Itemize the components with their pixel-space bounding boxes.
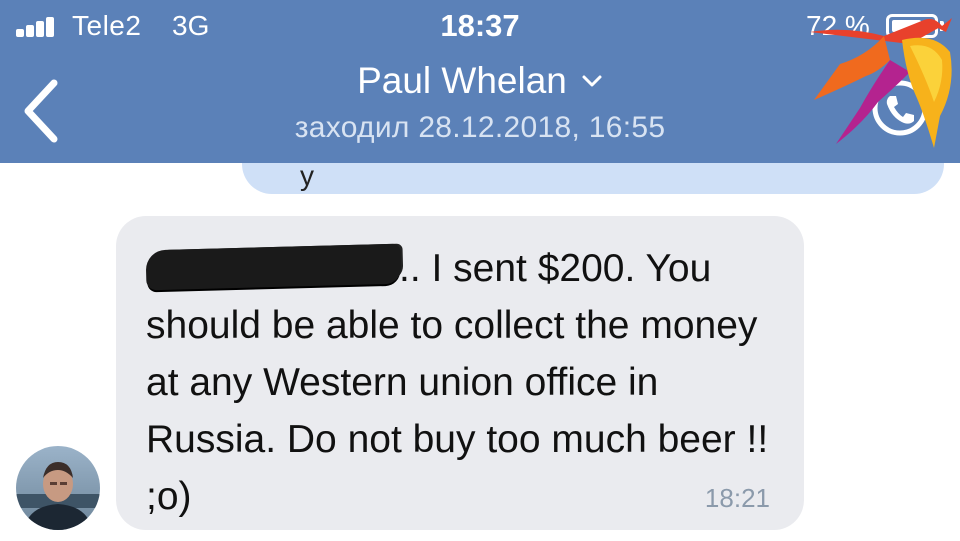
avatar-photo — [16, 446, 100, 530]
contact-name: Paul Whelan — [357, 60, 567, 101]
contact-name-button[interactable]: Paul Whelan — [357, 60, 603, 102]
incoming-message-bubble[interactable]: .. I sent $200. You should be able to co… — [116, 216, 804, 530]
contact-avatar[interactable] — [16, 446, 100, 530]
outgoing-message-fragment: y — [300, 160, 314, 191]
redacted-text — [145, 243, 402, 291]
chevron-down-icon — [582, 75, 602, 87]
bird-logo-icon — [810, 18, 952, 148]
message-time: 18:21 — [704, 483, 770, 513]
message-text-block: .. I sent $200. You should be able to co… — [145, 240, 786, 525]
